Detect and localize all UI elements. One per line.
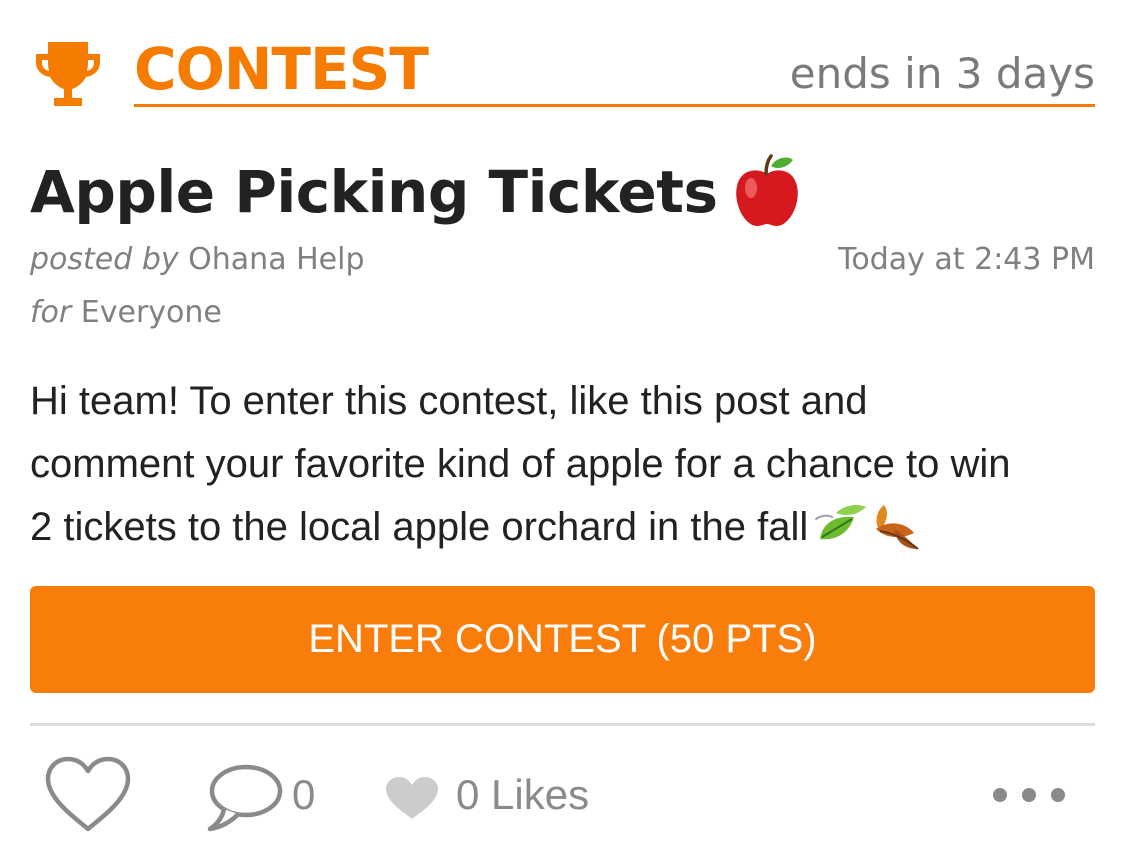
post-audience: Everyone <box>80 295 222 330</box>
more-dots-icon[interactable] <box>993 783 1065 807</box>
comment-count: 0 <box>292 771 316 818</box>
post-audience-line: for Everyone <box>30 293 222 333</box>
post-author[interactable]: Ohana Help <box>188 242 364 277</box>
header-divider <box>134 104 1095 107</box>
post-body-line: comment your favorite kind of apple for … <box>30 442 1011 486</box>
actions-divider <box>30 723 1095 726</box>
contest-deadline: ends in 3 days <box>789 49 1095 98</box>
post-body-line: Hi team! To enter this contest, like thi… <box>30 379 868 423</box>
leaf-fluttering-in-wind-emoji <box>815 505 867 540</box>
likes-count[interactable]: 0 Likes <box>456 769 589 821</box>
dot <box>1022 788 1036 802</box>
post-author-line: posted by Ohana Help <box>30 240 365 280</box>
leaf-emojis <box>815 505 919 551</box>
red-apple-emoji <box>736 154 799 226</box>
post-body: Hi team! To enter this contest, like thi… <box>30 370 1100 559</box>
trophy-icon <box>36 42 100 106</box>
post-timestamp: Today at 2:43 PM <box>838 242 1095 277</box>
post-actions-bar: 0 0 Likes <box>30 755 1095 835</box>
post-body-line: 2 tickets to the local apple orchard in … <box>30 505 809 549</box>
enter-contest-button[interactable]: ENTER CONTEST (50 PTS) <box>30 586 1095 693</box>
post-title-row: Apple Picking Tickets <box>30 152 803 234</box>
heart-outline-icon[interactable] <box>42 755 134 835</box>
posted-by-label: posted by <box>30 242 179 277</box>
post-body-line-last: 2 tickets to the local apple orchard in … <box>30 496 1100 559</box>
contest-label: CONTEST <box>134 35 429 103</box>
speech-bubble-icon[interactable] <box>202 761 284 833</box>
for-label: for <box>30 295 72 330</box>
post-title: Apple Picking Tickets <box>30 158 718 226</box>
fallen-leaf-emoji <box>876 505 919 551</box>
dot <box>1051 788 1065 802</box>
dot <box>993 788 1007 802</box>
heart-filled-icon <box>386 777 438 819</box>
contest-header: CONTEST ends in 3 days <box>30 32 1095 110</box>
